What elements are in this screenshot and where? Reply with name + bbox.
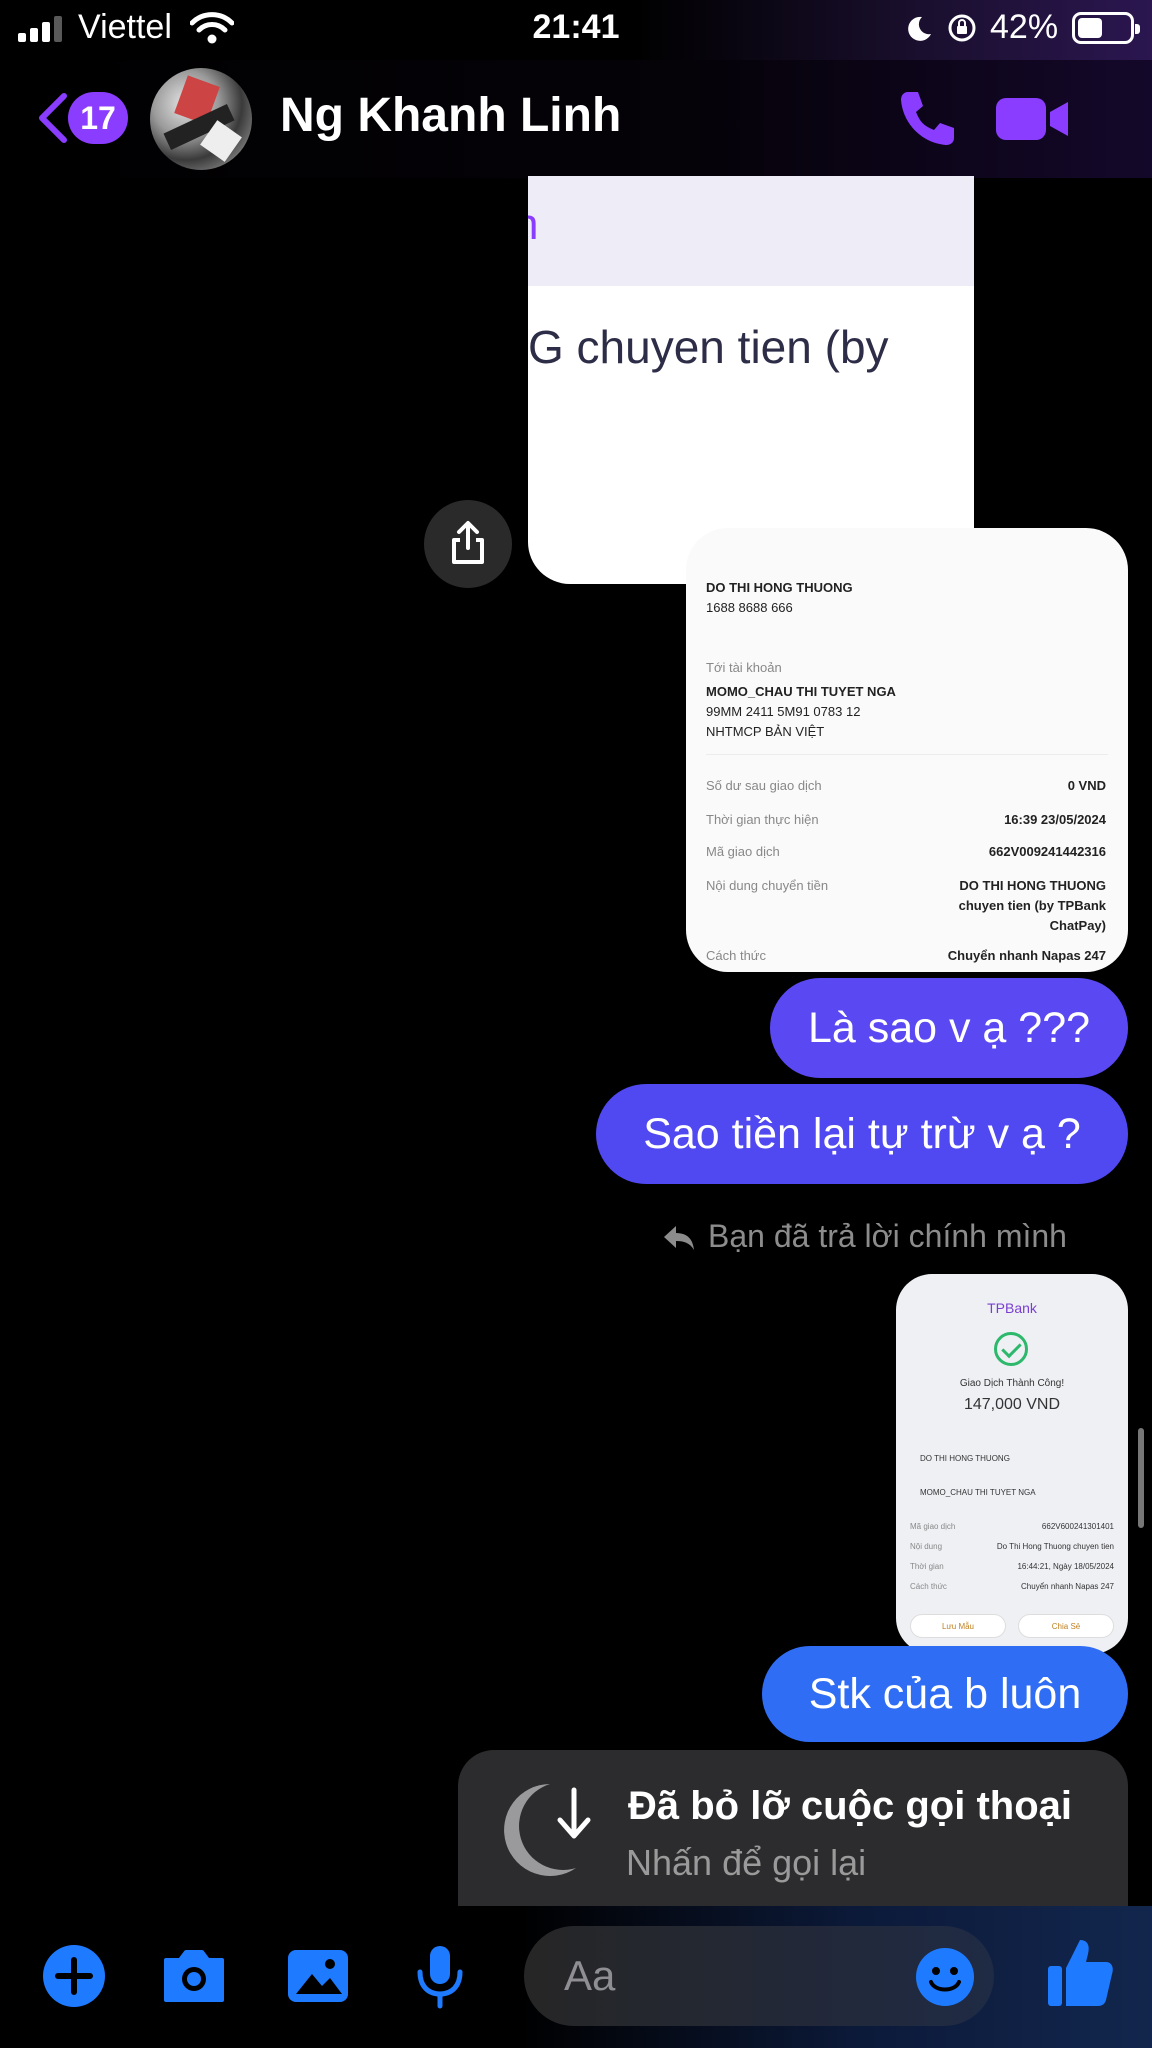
- tpbank-receipt-image[interactable]: TPBank Giao Dịch Thành Công! 147,000 VND…: [896, 1274, 1128, 1654]
- receipt-row-value: Chuyển nhanh Napas 247: [947, 948, 1106, 963]
- microphone-icon[interactable]: [406, 1942, 474, 2010]
- reply-note: Bạn đã trả lời chính mình: [708, 1218, 1067, 1254]
- tpbank-from-name: DO THI HONG THUONG: [920, 1454, 1010, 1463]
- avatar[interactable]: [150, 68, 252, 170]
- receipt-to-account: 99MM 2411 5M91 0783 12: [706, 704, 861, 719]
- scroll-indicator[interactable]: [1138, 1428, 1144, 1528]
- battery-icon: [1072, 12, 1140, 44]
- receipt-row-label: Thời gian thực hiện: [706, 812, 819, 827]
- camera-icon[interactable]: [160, 1942, 228, 2010]
- tpbank-row-value: 662V600241301401: [1041, 1522, 1114, 1531]
- arrow-down-icon: [557, 1787, 591, 1839]
- rotation-lock-icon: [948, 14, 976, 42]
- share-button[interactable]: [424, 500, 512, 588]
- gallery-icon[interactable]: [284, 1942, 352, 2010]
- receipt-to-name: MOMO_CHAU THI TUYET NGA: [706, 684, 896, 699]
- receipt-row-value: 662V009241442316: [988, 844, 1106, 859]
- receipt-from-name: DO THI HONG THUONG: [706, 580, 853, 595]
- thumbs-up-icon[interactable]: [1044, 1934, 1116, 2010]
- tpbank-to-name: MOMO_CHAU THI TUYET NGA: [920, 1488, 1036, 1497]
- tpbank-row-label: Mã giao dịch: [910, 1522, 956, 1531]
- receipt-row-label: Mã giao dịch: [706, 844, 780, 859]
- tpbank-row-value: Chuyển nhanh Napas 247: [1021, 1582, 1114, 1591]
- unread-badge[interactable]: 17: [68, 92, 128, 144]
- success-check-icon: [994, 1332, 1028, 1366]
- do-not-disturb-icon: [908, 16, 931, 41]
- receipt-row-label: Số dư sau giao dịch: [706, 778, 822, 793]
- image-text-line: G chuyen tien (by: [528, 321, 889, 373]
- emoji-icon[interactable]: [914, 1946, 976, 2008]
- message-bubble[interactable]: Sao tiền lại tự trừ v ạ ?: [596, 1084, 1128, 1184]
- tpbank-share-button: Chia Sẻ: [1018, 1614, 1114, 1638]
- message-bubble[interactable]: Là sao v ạ ???: [770, 978, 1128, 1078]
- receipt-row-value: 16:39 23/05/2024: [1004, 812, 1106, 827]
- tpbank-row-label: Cách thức: [910, 1582, 947, 1591]
- tpbank-row-label: Nội dung: [910, 1542, 943, 1551]
- missed-call-subtitle[interactable]: Nhấn để gọi lại: [626, 1842, 866, 1884]
- image-header-band: [528, 176, 974, 286]
- receipt-row-value: 0 VND: [1067, 778, 1106, 793]
- message-bubble[interactable]: Stk của b luôn: [762, 1646, 1128, 1742]
- composer-bar: Aa: [0, 1906, 1152, 2048]
- receipt-row-value: ChatPay): [1049, 918, 1106, 933]
- tpbank-amount: 147,000 VND: [963, 1396, 1061, 1413]
- share-icon: [452, 521, 484, 564]
- tpbank-status: Giao Dịch Thành Công!: [959, 1378, 1065, 1389]
- battery-percent: 42%: [990, 8, 1059, 46]
- phone-call-icon[interactable]: [894, 86, 958, 150]
- receipt-to-label: Tới tài khoản: [706, 660, 782, 675]
- add-icon[interactable]: [40, 1942, 108, 2010]
- receipt-row-label: Cách thức: [706, 948, 767, 963]
- image-title-fragment: n: [528, 200, 538, 250]
- tpbank-row-label: Thời gian: [910, 1562, 944, 1571]
- missed-call-title[interactable]: Đã bỏ lỡ cuộc gọi thoại: [628, 1784, 1072, 1829]
- message-input[interactable]: Aa: [524, 1926, 994, 2026]
- tpbank-save-button: Lưu Mẫu: [910, 1614, 1006, 1638]
- tpbank-logo: TPBank: [987, 1300, 1037, 1316]
- receipt-from-account: 1688 8688 666: [706, 600, 793, 615]
- receipt-row-value: DO THI HONG THUONG: [959, 878, 1106, 893]
- receipt-row-label: Nội dung chuyển tiền: [706, 878, 829, 893]
- receipt-row-value: chuyen tien (by TPBank: [958, 898, 1106, 913]
- video-call-icon[interactable]: [994, 94, 1070, 144]
- status-bar: Viettel 21:41 42%: [0, 0, 1152, 60]
- shared-image-top[interactable]: n G chuyen tien (by: [528, 176, 974, 584]
- receipt-image[interactable]: DO THI HONG THUONG 1688 8688 666 Tới tài…: [686, 528, 1128, 972]
- tpbank-row-value: 16:44:21, Ngày 18/05/2024: [1017, 1562, 1114, 1571]
- message-input-placeholder: Aa: [564, 1952, 616, 1999]
- contact-name[interactable]: Ng Khanh Linh: [280, 88, 621, 143]
- clock: 21:41: [532, 8, 620, 46]
- tpbank-row-value: Do Thi Hong Thuong chuyen tien: [996, 1542, 1114, 1551]
- chat-header: 17 Ng Khanh Linh: [0, 60, 1152, 178]
- receipt-to-bank: NHTMCP BẢN VIỆT: [706, 724, 825, 739]
